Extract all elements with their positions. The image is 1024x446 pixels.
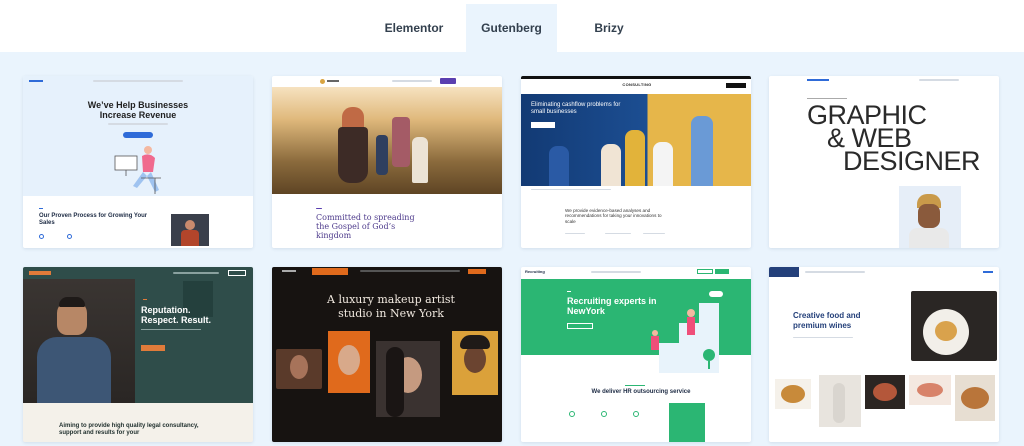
- tab-gutenberg[interactable]: Gutenberg: [466, 4, 557, 52]
- church-family-photo: [272, 87, 502, 194]
- law-footer-text: Aiming to provide high quality legal con…: [59, 423, 199, 436]
- designer-portrait: [899, 186, 961, 248]
- template-card-recruiting[interactable]: Recruiting Recruiting experts in NewYork: [521, 267, 751, 442]
- consulting-nav: CONSULTING: [521, 76, 751, 92]
- designer-nav: [769, 76, 999, 86]
- template-card-designer[interactable]: GRAPHIC & WEB DESIGNER: [769, 76, 999, 248]
- food-thumb-4: [909, 375, 951, 405]
- designer-title: GRAPHIC & WEB DESIGNER: [807, 102, 987, 176]
- business-cta-button: [123, 132, 153, 138]
- food-thumb-1: [775, 379, 811, 409]
- template-card-church[interactable]: Committed to spreading the Gospel of God…: [272, 76, 502, 248]
- template-grid: We’ve Help Businesses Increase Revenue O…: [0, 52, 1024, 446]
- makeup-photo-2: [328, 331, 370, 393]
- food-nav: [769, 267, 999, 277]
- template-card-business[interactable]: We’ve Help Businesses Increase Revenue O…: [23, 76, 253, 248]
- law-portrait: [23, 279, 135, 403]
- makeup-nav: [272, 267, 502, 277]
- tab-elementor[interactable]: Elementor: [375, 4, 453, 52]
- food-hero-photo: [911, 291, 997, 361]
- food-thumb-2: [819, 375, 861, 427]
- law-hero: Reputation. Respect. Result.: [23, 267, 253, 403]
- consulting-hero-title: Eliminating cashflow problems for small …: [531, 102, 621, 115]
- recruiting-brand: Recruiting: [525, 269, 545, 274]
- template-card-law[interactable]: Reputation. Respect. Result. Aiming to p…: [23, 267, 253, 442]
- recruiting-illustration: [639, 303, 729, 373]
- builder-tab-bar: Elementor Gutenberg Brizy: [0, 0, 1024, 52]
- business-nav: [23, 76, 253, 86]
- consulting-brand: CONSULTING: [622, 82, 652, 87]
- food-thumb-5: [955, 375, 995, 421]
- makeup-photo-1: [276, 349, 322, 389]
- consulting-hero-photo: Eliminating cashflow problems for small …: [521, 94, 751, 186]
- makeup-photo-4: [452, 331, 498, 395]
- template-card-consulting[interactable]: CONSULTING Eliminating cashflow problems…: [521, 76, 751, 248]
- business-headline: We’ve Help Businesses Increase Revenue: [87, 100, 189, 120]
- makeup-headline: A luxury makeup artist studio in New Yor…: [327, 293, 455, 320]
- recruiting-nav: Recruiting: [521, 267, 751, 279]
- template-card-food[interactable]: Creative food and premium wines: [769, 267, 999, 442]
- business-illustration: [111, 142, 171, 197]
- food-thumb-3: [865, 375, 905, 409]
- church-nav: [272, 76, 502, 87]
- makeup-photo-3: [376, 341, 440, 417]
- template-card-makeup[interactable]: A luxury makeup artist studio in New Yor…: [272, 267, 502, 442]
- designer-line-3: DESIGNER: [843, 146, 981, 176]
- business-photo: [171, 214, 209, 246]
- consulting-body: We provide evidence-based analyses and r…: [565, 208, 662, 224]
- food-headline: Creative food and premium wines: [793, 311, 861, 330]
- law-headline: Reputation. Respect. Result.: [141, 305, 212, 325]
- business-section-title: Our Proven Process for Growing Your Sale…: [39, 213, 148, 226]
- recruiting-section-title: We deliver HR outsourcing service: [591, 389, 691, 395]
- church-tagline: Committed to spreading the Gospel of God…: [316, 213, 415, 240]
- tab-brizy[interactable]: Brizy: [574, 4, 644, 52]
